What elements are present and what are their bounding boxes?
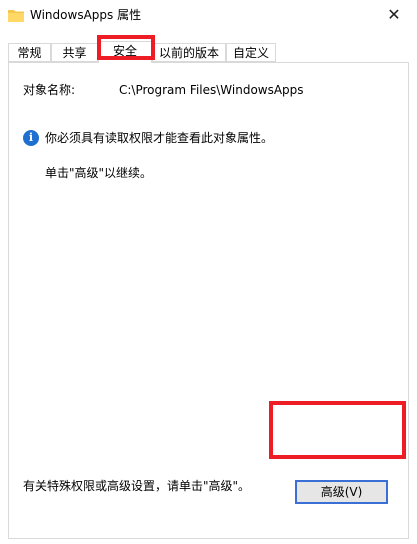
object-name-label: 对象名称: xyxy=(23,83,76,97)
folder-icon xyxy=(8,10,24,22)
window-title: WindowsApps 属性 xyxy=(30,8,142,22)
advanced-button[interactable]: 高级(V) xyxy=(295,480,388,504)
security-panel: 对象名称: C:\Program Files\WindowsApps i 你必须… xyxy=(8,62,409,539)
tab-customize[interactable]: 自定义 xyxy=(226,43,276,62)
special-permissions-text: 有关特殊权限或高级设置，请单击"高级"。 xyxy=(23,479,251,493)
tab-share[interactable]: 共享 xyxy=(51,43,98,62)
continue-hint-text: 单击"高级"以继续。 xyxy=(45,166,153,180)
title-bar: WindowsApps 属性 ✕ xyxy=(0,0,417,32)
permission-info-text: 你必须具有读取权限才能查看此对象属性。 xyxy=(45,131,274,145)
close-button[interactable]: ✕ xyxy=(383,4,405,26)
tab-previous-versions[interactable]: 以前的版本 xyxy=(152,43,226,62)
object-name-value: C:\Program Files\WindowsApps xyxy=(119,83,304,97)
tab-general[interactable]: 常规 xyxy=(8,43,51,62)
tab-security[interactable]: 安全 xyxy=(98,41,152,63)
info-icon: i xyxy=(23,130,39,146)
